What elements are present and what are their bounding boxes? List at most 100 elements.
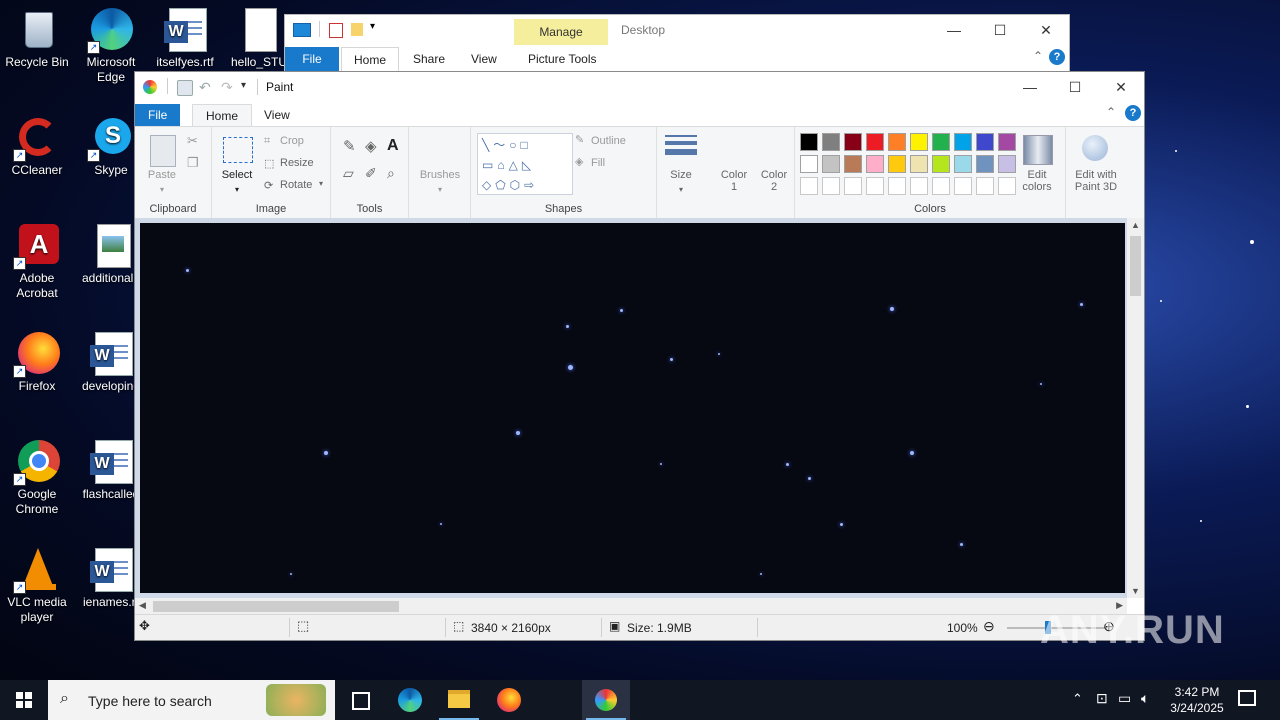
desktop-icon-recycle-bin[interactable]: Recycle Bin xyxy=(0,8,74,70)
taskbar-edge[interactable] xyxy=(386,680,434,720)
tab-home[interactable]: Home xyxy=(192,104,253,127)
rotate-icon[interactable]: ⟳ xyxy=(264,179,273,192)
tab-file[interactable]: File xyxy=(135,104,181,126)
horizontal-scroll-thumb[interactable] xyxy=(153,601,399,612)
size-dropdown-icon[interactable]: ▾ xyxy=(661,185,701,194)
vertical-scroll-thumb[interactable] xyxy=(1130,236,1141,296)
color-swatch[interactable] xyxy=(998,133,1016,151)
taskbar-firefox[interactable] xyxy=(485,680,533,720)
new-folder-icon[interactable] xyxy=(351,23,363,36)
minimize-icon[interactable]: — xyxy=(1007,72,1053,102)
paste-dropdown-icon[interactable]: ▾ xyxy=(145,185,179,194)
color-swatch[interactable] xyxy=(976,155,994,173)
show-hidden-icons-icon[interactable]: ⌃ xyxy=(1072,691,1083,707)
rotate-dropdown-icon[interactable]: ▾ xyxy=(319,179,323,188)
fill-button[interactable]: Fill xyxy=(591,157,605,169)
color-swatch[interactable] xyxy=(954,155,972,173)
pencil-icon[interactable]: ✎ xyxy=(343,137,356,155)
text-tool-icon[interactable]: A xyxy=(387,137,399,155)
color-swatch[interactable] xyxy=(910,133,928,151)
qat-dropdown-icon[interactable]: ▾ xyxy=(370,21,375,32)
size-icon[interactable] xyxy=(665,135,697,155)
custom-color-swatch[interactable] xyxy=(998,177,1016,195)
vertical-scrollbar[interactable]: ▲ ▼ xyxy=(1127,218,1144,598)
color-swatch[interactable] xyxy=(844,133,862,151)
color2-button[interactable]: Color 2 xyxy=(756,169,792,193)
cut-icon[interactable]: ✂ xyxy=(187,133,198,149)
edit-colors-icon[interactable] xyxy=(1023,135,1053,165)
scroll-left-icon[interactable]: ◀ xyxy=(139,600,146,611)
custom-color-swatch[interactable] xyxy=(800,177,818,195)
resize-icon[interactable]: ⬚ xyxy=(264,157,274,170)
tab-home[interactable]: Home xyxy=(341,47,400,72)
tab-view[interactable]: View xyxy=(251,104,303,126)
color-swatch[interactable] xyxy=(822,155,840,173)
tab-view[interactable]: View xyxy=(459,47,509,71)
zoom-out-icon[interactable]: ⊖ xyxy=(983,618,995,635)
help-icon[interactable]: ? xyxy=(1125,105,1141,121)
task-view-button[interactable] xyxy=(336,680,384,720)
save-icon[interactable] xyxy=(177,80,193,96)
color-swatch[interactable] xyxy=(800,155,818,173)
color-swatch[interactable] xyxy=(866,133,884,151)
taskbar-paint[interactable] xyxy=(582,680,630,720)
collapse-ribbon-icon[interactable]: ⌃ xyxy=(1106,105,1116,119)
color-swatch[interactable] xyxy=(932,155,950,173)
close-icon[interactable]: ✕ xyxy=(1098,72,1144,102)
desktop-icon-ccleaner[interactable]: ↗ CCleaner xyxy=(0,116,74,178)
brushes-dropdown-icon[interactable]: ▾ xyxy=(415,185,465,194)
tab-share[interactable]: Share xyxy=(401,47,457,71)
desktop-icon-itselfyes[interactable]: W itselfyes.rtf xyxy=(148,8,222,70)
undo-icon[interactable]: ↶ xyxy=(199,80,213,94)
qat-dropdown-icon[interactable]: ▾ xyxy=(241,80,255,94)
color-swatch[interactable] xyxy=(998,155,1016,173)
color-swatch[interactable] xyxy=(910,155,928,173)
taskbar-search-box[interactable]: ⌕ Type here to search xyxy=(48,680,335,720)
paint3d-icon[interactable] xyxy=(1082,135,1108,161)
desktop-icon-vlc[interactable]: ↗ VLC media player xyxy=(0,548,74,625)
start-button[interactable] xyxy=(0,680,48,720)
edit-with-paint3d-button[interactable]: Edit with Paint 3D xyxy=(1068,169,1124,193)
desktop-icon-firefox[interactable]: ↗ Firefox xyxy=(0,332,74,394)
custom-color-swatch[interactable] xyxy=(976,177,994,195)
color-swatch[interactable] xyxy=(888,133,906,151)
properties-icon[interactable] xyxy=(329,23,343,38)
horizontal-scrollbar[interactable]: ◀ ▶ xyxy=(135,598,1127,615)
custom-color-swatch[interactable] xyxy=(954,177,972,195)
color-picker-icon[interactable]: ✐ xyxy=(365,165,377,182)
scroll-down-icon[interactable]: ▼ xyxy=(1131,586,1140,596)
custom-color-swatch[interactable] xyxy=(844,177,862,195)
minimize-icon[interactable]: — xyxy=(931,15,977,45)
eraser-icon[interactable]: ▱ xyxy=(343,165,354,182)
custom-color-swatch[interactable] xyxy=(888,177,906,195)
select-button[interactable]: Select xyxy=(218,169,256,181)
desktop-icon-acrobat[interactable]: A ↗ Adobe Acrobat xyxy=(0,224,74,301)
size-button[interactable]: Size xyxy=(661,169,701,181)
scroll-up-icon[interactable]: ▲ xyxy=(1131,220,1140,230)
taskbar-file-explorer[interactable] xyxy=(435,680,483,720)
tab-file[interactable]: File xyxy=(285,47,339,71)
rotate-button[interactable]: Rotate xyxy=(280,179,312,191)
custom-color-swatch[interactable] xyxy=(910,177,928,195)
maximize-icon[interactable]: ☐ xyxy=(1052,72,1098,102)
notifications-icon[interactable] xyxy=(1238,690,1256,706)
paste-button[interactable]: Paste xyxy=(143,169,181,181)
color-swatch[interactable] xyxy=(866,155,884,173)
color-swatch[interactable] xyxy=(954,133,972,151)
drawing-canvas[interactable] xyxy=(140,223,1125,593)
outline-button[interactable]: Outline xyxy=(591,135,626,147)
clock[interactable]: 3:42 PM 3/24/2025 xyxy=(1168,684,1226,716)
custom-color-swatch[interactable] xyxy=(866,177,884,195)
fill-bucket-icon[interactable]: ◈ xyxy=(365,137,377,155)
magnifier-icon[interactable]: ⌕ xyxy=(387,165,395,182)
crop-button[interactable]: Crop xyxy=(280,135,304,147)
color-swatch[interactable] xyxy=(800,133,818,151)
resize-button[interactable]: Resize xyxy=(280,157,314,169)
shapes-gallery[interactable]: ╲〜○□ ▭⌂△◺ ◇⬠⬡⇨ xyxy=(477,133,573,195)
maximize-icon[interactable]: ☐ xyxy=(977,15,1023,45)
network-icon[interactable]: ⊡ xyxy=(1096,690,1108,707)
volume-icon[interactable]: 🔈︎ xyxy=(1141,690,1149,707)
color-swatch[interactable] xyxy=(822,133,840,151)
collapse-ribbon-icon[interactable]: ⌃ xyxy=(1033,49,1043,63)
select-dropdown-icon[interactable]: ▾ xyxy=(218,185,256,194)
